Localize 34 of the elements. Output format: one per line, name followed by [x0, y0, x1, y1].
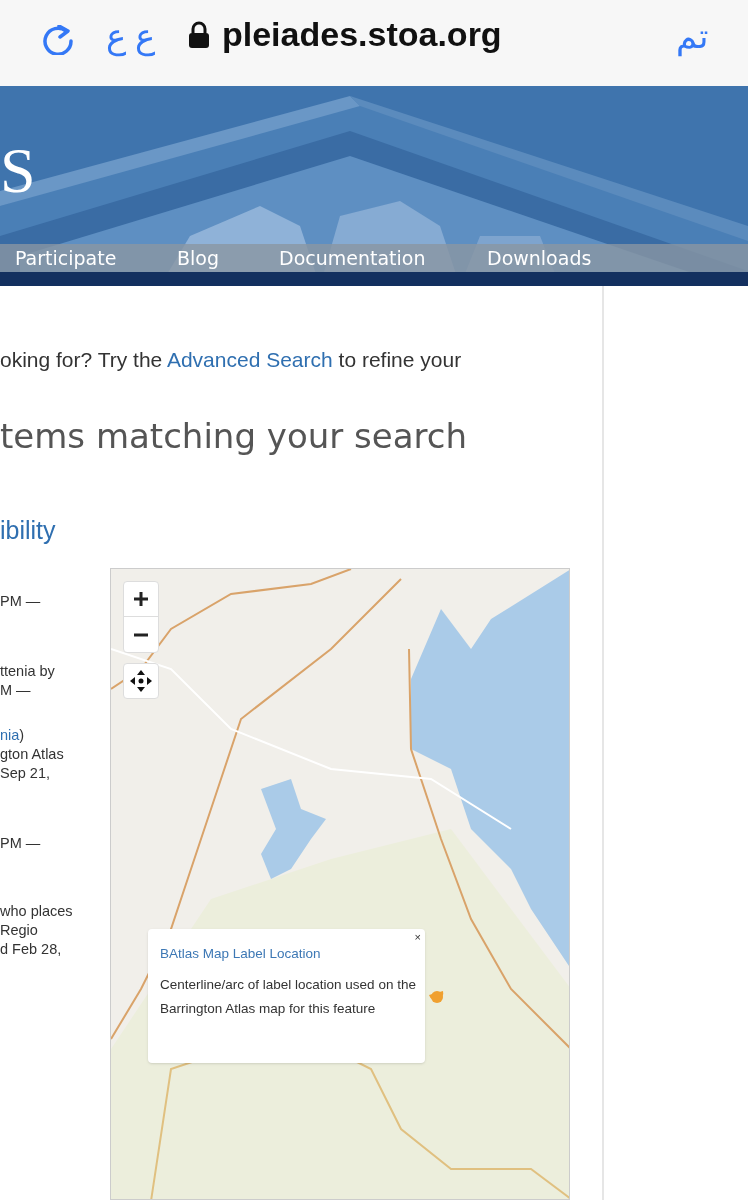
logo-text: S — [0, 136, 36, 206]
plus-icon — [134, 592, 148, 606]
nav-link[interactable]: Blog — [177, 246, 219, 270]
done-button[interactable]: تم — [676, 16, 708, 56]
reader-button[interactable]: ع ع — [106, 16, 156, 56]
entry-text: gton Atlas — [0, 745, 64, 764]
entry-text: who places — [0, 902, 73, 921]
pan-button[interactable] — [123, 663, 159, 699]
lock-icon — [188, 21, 210, 49]
link[interactable]: nia — [0, 727, 20, 743]
map[interactable]: × BAtlas Map Label Location Centerline/arc of label location used on the Barrington Atlas map for this feature — [110, 568, 570, 1200]
entry-text: Regio — [0, 921, 38, 940]
marker-icon — [429, 991, 445, 1005]
search-hint: oking for? Try the Advanced Search to refine your — [0, 347, 462, 373]
result-title-link[interactable]: ibility — [0, 514, 56, 546]
entry-text: nia) — [0, 726, 25, 745]
address-field[interactable]: pleiades.stoa.org — [222, 14, 502, 54]
nav-link[interactable]: Downloads — [487, 246, 592, 270]
entry-text: PM — — [0, 834, 41, 853]
entry-text: M — — [0, 681, 31, 700]
nav-link[interactable]: Documentation — [279, 246, 426, 270]
move-icon — [130, 670, 152, 692]
popup-text: Centerline/arc of label location used on the Barrington Atlas map for this feature — [160, 976, 417, 1018]
popup-title-link[interactable]: BAtlas Map Label Location — [160, 945, 321, 963]
entry-text: PM — — [0, 592, 41, 611]
link[interactable]: Advanced Search — [166, 348, 333, 371]
nav-link[interactable]: Participate — [15, 246, 117, 270]
reload-icon[interactable] — [42, 25, 76, 55]
entry-text: ttenia by — [0, 662, 55, 681]
close-button[interactable]: × — [414, 931, 421, 943]
entry-text: Sep 21, — [0, 764, 50, 783]
entry-text: d Feb 28, — [0, 940, 62, 959]
results-heading: tems matching your search — [0, 415, 467, 458]
minus-icon — [134, 632, 148, 637]
